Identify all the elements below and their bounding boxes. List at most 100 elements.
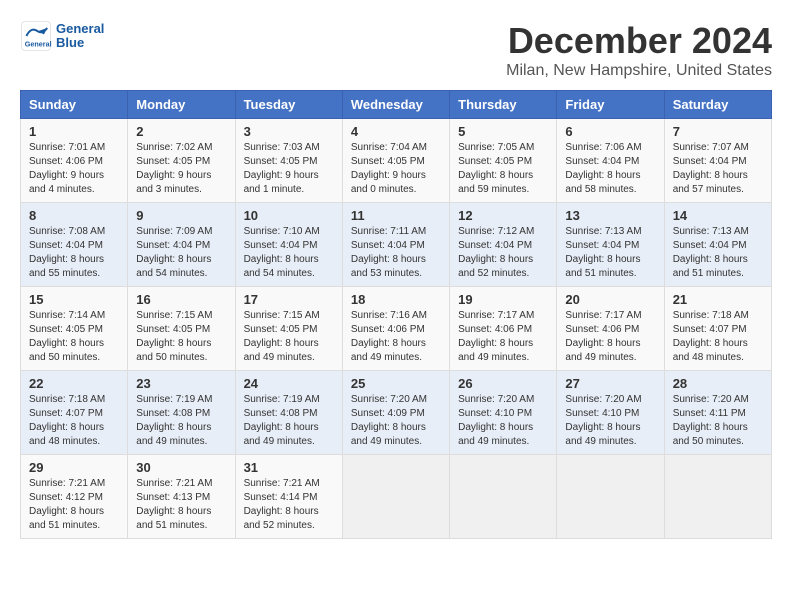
calendar-cell: 7 Sunrise: 7:07 AMSunset: 4:04 PMDayligh… bbox=[664, 119, 771, 203]
day-number: 11 bbox=[351, 208, 441, 223]
calendar-cell: 5 Sunrise: 7:05 AMSunset: 4:05 PMDayligh… bbox=[450, 119, 557, 203]
weekday-header: Wednesday bbox=[342, 91, 449, 119]
weekday-header: Thursday bbox=[450, 91, 557, 119]
month-title: December 2024 bbox=[506, 20, 772, 62]
calendar-cell: 12 Sunrise: 7:12 AMSunset: 4:04 PMDaylig… bbox=[450, 203, 557, 287]
day-number: 23 bbox=[136, 376, 226, 391]
day-number: 25 bbox=[351, 376, 441, 391]
day-number: 14 bbox=[673, 208, 763, 223]
calendar-cell: 9 Sunrise: 7:09 AMSunset: 4:04 PMDayligh… bbox=[128, 203, 235, 287]
calendar-cell: 15 Sunrise: 7:14 AMSunset: 4:05 PMDaylig… bbox=[21, 287, 128, 371]
day-info: Sunrise: 7:07 AMSunset: 4:04 PMDaylight:… bbox=[673, 142, 749, 195]
day-info: Sunrise: 7:15 AMSunset: 4:05 PMDaylight:… bbox=[136, 310, 212, 363]
day-info: Sunrise: 7:16 AMSunset: 4:06 PMDaylight:… bbox=[351, 310, 427, 363]
calendar-cell: 21 Sunrise: 7:18 AMSunset: 4:07 PMDaylig… bbox=[664, 287, 771, 371]
day-info: Sunrise: 7:18 AMSunset: 4:07 PMDaylight:… bbox=[29, 394, 105, 447]
day-info: Sunrise: 7:06 AMSunset: 4:04 PMDaylight:… bbox=[565, 142, 641, 195]
day-info: Sunrise: 7:21 AMSunset: 4:13 PMDaylight:… bbox=[136, 478, 212, 531]
calendar-cell: 23 Sunrise: 7:19 AMSunset: 4:08 PMDaylig… bbox=[128, 371, 235, 455]
calendar-cell: 18 Sunrise: 7:16 AMSunset: 4:06 PMDaylig… bbox=[342, 287, 449, 371]
calendar-cell: 30 Sunrise: 7:21 AMSunset: 4:13 PMDaylig… bbox=[128, 455, 235, 539]
calendar-week-row: 15 Sunrise: 7:14 AMSunset: 4:05 PMDaylig… bbox=[21, 287, 772, 371]
calendar-table: SundayMondayTuesdayWednesdayThursdayFrid… bbox=[20, 90, 772, 539]
day-info: Sunrise: 7:20 AMSunset: 4:10 PMDaylight:… bbox=[565, 394, 641, 447]
day-number: 7 bbox=[673, 124, 763, 139]
calendar-cell: 20 Sunrise: 7:17 AMSunset: 4:06 PMDaylig… bbox=[557, 287, 664, 371]
day-info: Sunrise: 7:13 AMSunset: 4:04 PMDaylight:… bbox=[565, 226, 641, 279]
calendar-cell: 3 Sunrise: 7:03 AMSunset: 4:05 PMDayligh… bbox=[235, 119, 342, 203]
day-number: 10 bbox=[244, 208, 334, 223]
day-info: Sunrise: 7:02 AMSunset: 4:05 PMDaylight:… bbox=[136, 142, 212, 195]
day-info: Sunrise: 7:13 AMSunset: 4:04 PMDaylight:… bbox=[673, 226, 749, 279]
day-info: Sunrise: 7:10 AMSunset: 4:04 PMDaylight:… bbox=[244, 226, 320, 279]
calendar-cell: 10 Sunrise: 7:10 AMSunset: 4:04 PMDaylig… bbox=[235, 203, 342, 287]
day-info: Sunrise: 7:20 AMSunset: 4:10 PMDaylight:… bbox=[458, 394, 534, 447]
day-info: Sunrise: 7:19 AMSunset: 4:08 PMDaylight:… bbox=[244, 394, 320, 447]
day-number: 30 bbox=[136, 460, 226, 475]
day-number: 15 bbox=[29, 292, 119, 307]
logo-text-line1: General bbox=[56, 22, 104, 36]
day-info: Sunrise: 7:09 AMSunset: 4:04 PMDaylight:… bbox=[136, 226, 212, 279]
calendar-cell: 25 Sunrise: 7:20 AMSunset: 4:09 PMDaylig… bbox=[342, 371, 449, 455]
logo: General General Blue bbox=[20, 20, 104, 52]
logo-text-line2: Blue bbox=[56, 36, 104, 50]
day-info: Sunrise: 7:11 AMSunset: 4:04 PMDaylight:… bbox=[351, 226, 426, 279]
calendar-cell: 31 Sunrise: 7:21 AMSunset: 4:14 PMDaylig… bbox=[235, 455, 342, 539]
day-number: 18 bbox=[351, 292, 441, 307]
day-info: Sunrise: 7:14 AMSunset: 4:05 PMDaylight:… bbox=[29, 310, 105, 363]
day-number: 31 bbox=[244, 460, 334, 475]
logo-icon: General bbox=[20, 20, 52, 52]
day-info: Sunrise: 7:15 AMSunset: 4:05 PMDaylight:… bbox=[244, 310, 320, 363]
weekday-header: Friday bbox=[557, 91, 664, 119]
calendar-week-row: 22 Sunrise: 7:18 AMSunset: 4:07 PMDaylig… bbox=[21, 371, 772, 455]
calendar-cell: 16 Sunrise: 7:15 AMSunset: 4:05 PMDaylig… bbox=[128, 287, 235, 371]
calendar-cell: 11 Sunrise: 7:11 AMSunset: 4:04 PMDaylig… bbox=[342, 203, 449, 287]
svg-text:General: General bbox=[25, 39, 52, 48]
day-info: Sunrise: 7:12 AMSunset: 4:04 PMDaylight:… bbox=[458, 226, 534, 279]
day-number: 17 bbox=[244, 292, 334, 307]
day-number: 22 bbox=[29, 376, 119, 391]
day-number: 6 bbox=[565, 124, 655, 139]
day-info: Sunrise: 7:01 AMSunset: 4:06 PMDaylight:… bbox=[29, 142, 105, 195]
day-number: 9 bbox=[136, 208, 226, 223]
day-number: 19 bbox=[458, 292, 548, 307]
calendar-cell: 24 Sunrise: 7:19 AMSunset: 4:08 PMDaylig… bbox=[235, 371, 342, 455]
day-number: 29 bbox=[29, 460, 119, 475]
day-number: 28 bbox=[673, 376, 763, 391]
calendar-cell: 19 Sunrise: 7:17 AMSunset: 4:06 PMDaylig… bbox=[450, 287, 557, 371]
weekday-header: Sunday bbox=[21, 91, 128, 119]
day-info: Sunrise: 7:08 AMSunset: 4:04 PMDaylight:… bbox=[29, 226, 105, 279]
calendar-cell: 28 Sunrise: 7:20 AMSunset: 4:11 PMDaylig… bbox=[664, 371, 771, 455]
day-number: 26 bbox=[458, 376, 548, 391]
day-info: Sunrise: 7:04 AMSunset: 4:05 PMDaylight:… bbox=[351, 142, 427, 195]
calendar-cell: 22 Sunrise: 7:18 AMSunset: 4:07 PMDaylig… bbox=[21, 371, 128, 455]
location-title: Milan, New Hampshire, United States bbox=[506, 62, 772, 80]
day-number: 8 bbox=[29, 208, 119, 223]
day-number: 16 bbox=[136, 292, 226, 307]
day-number: 5 bbox=[458, 124, 548, 139]
weekday-header: Tuesday bbox=[235, 91, 342, 119]
day-number: 24 bbox=[244, 376, 334, 391]
day-number: 20 bbox=[565, 292, 655, 307]
calendar-week-row: 8 Sunrise: 7:08 AMSunset: 4:04 PMDayligh… bbox=[21, 203, 772, 287]
day-info: Sunrise: 7:21 AMSunset: 4:14 PMDaylight:… bbox=[244, 478, 320, 531]
calendar-cell bbox=[557, 455, 664, 539]
day-number: 12 bbox=[458, 208, 548, 223]
calendar-week-row: 1 Sunrise: 7:01 AMSunset: 4:06 PMDayligh… bbox=[21, 119, 772, 203]
day-info: Sunrise: 7:20 AMSunset: 4:09 PMDaylight:… bbox=[351, 394, 427, 447]
day-info: Sunrise: 7:05 AMSunset: 4:05 PMDaylight:… bbox=[458, 142, 534, 195]
calendar-cell: 2 Sunrise: 7:02 AMSunset: 4:05 PMDayligh… bbox=[128, 119, 235, 203]
title-section: December 2024 Milan, New Hampshire, Unit… bbox=[506, 20, 772, 80]
day-info: Sunrise: 7:19 AMSunset: 4:08 PMDaylight:… bbox=[136, 394, 212, 447]
calendar-cell bbox=[342, 455, 449, 539]
day-number: 4 bbox=[351, 124, 441, 139]
calendar-week-row: 29 Sunrise: 7:21 AMSunset: 4:12 PMDaylig… bbox=[21, 455, 772, 539]
day-info: Sunrise: 7:17 AMSunset: 4:06 PMDaylight:… bbox=[458, 310, 534, 363]
day-number: 13 bbox=[565, 208, 655, 223]
calendar-cell: 6 Sunrise: 7:06 AMSunset: 4:04 PMDayligh… bbox=[557, 119, 664, 203]
calendar-cell: 17 Sunrise: 7:15 AMSunset: 4:05 PMDaylig… bbox=[235, 287, 342, 371]
calendar-cell bbox=[450, 455, 557, 539]
day-number: 21 bbox=[673, 292, 763, 307]
day-info: Sunrise: 7:21 AMSunset: 4:12 PMDaylight:… bbox=[29, 478, 105, 531]
weekday-header: Monday bbox=[128, 91, 235, 119]
